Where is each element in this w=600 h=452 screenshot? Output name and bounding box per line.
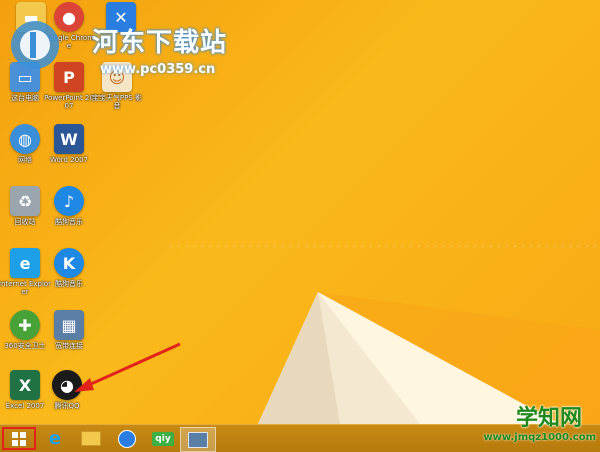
watermark-url: www.pc0359.cn bbox=[100, 62, 216, 77]
desktop-icon-label: 宝宝天气PPS 影音 bbox=[91, 94, 143, 110]
taskbar-file-explorer-button[interactable] bbox=[74, 427, 108, 450]
desktop-icon-kugou[interactable]: K 酷狗音乐 bbox=[42, 248, 96, 288]
broadband-icon: ▦ bbox=[54, 310, 84, 340]
ie-icon: e bbox=[48, 428, 62, 449]
watermark-top: 河东下载站 www.pc0359.cn bbox=[4, 4, 254, 78]
watermark-title: 河东下载站 bbox=[92, 28, 228, 58]
music-app-icon: ♪ bbox=[54, 186, 84, 216]
browser-icon bbox=[118, 429, 136, 448]
word-icon: W bbox=[54, 124, 84, 154]
watermark-bottom: 学知网 www.jmqz1000.com bbox=[476, 400, 596, 451]
taskbar-iqiyi-button[interactable]: qiy bbox=[146, 427, 180, 450]
desktop-icon-word[interactable]: W Word 2007 bbox=[42, 124, 96, 164]
desktop: ▬ Adm... ● Google Chrome ✕ ▭ 这台电脑 P Powe… bbox=[0, 0, 600, 424]
taskbar-browser-button[interactable] bbox=[110, 427, 144, 450]
desktop-icon-label: Word 2007 bbox=[49, 156, 89, 164]
iqiyi-icon: qiy bbox=[152, 431, 174, 446]
excel-icon: X bbox=[10, 370, 40, 400]
recycle-bin-icon: ♻ bbox=[10, 186, 40, 216]
watermark-bottom-url: www.jmqz1000.com bbox=[483, 432, 596, 443]
remote-desktop-icon bbox=[188, 431, 208, 448]
desktop-icon-label: PowerPoint 2007 bbox=[44, 94, 94, 110]
start-button[interactable] bbox=[2, 427, 36, 450]
ie-icon: e bbox=[10, 248, 40, 278]
desktop-icon-music-app[interactable]: ♪ 酷狗音乐 bbox=[42, 186, 96, 226]
site-logo-icon bbox=[11, 21, 59, 69]
file-explorer-icon bbox=[81, 431, 101, 446]
taskbar-ie-button[interactable]: e bbox=[38, 427, 72, 450]
kugou-icon: K bbox=[54, 248, 84, 278]
desktop-icon-label: 酷狗音乐 bbox=[55, 280, 83, 288]
windows-start-icon bbox=[12, 431, 26, 446]
desktop-icon-label: 酷狗音乐 bbox=[55, 218, 83, 226]
watermark-bottom-title: 学知网 bbox=[515, 406, 582, 431]
desktop-icon-label: 腾讯QQ bbox=[54, 402, 80, 410]
red-arrow-annotation bbox=[74, 342, 181, 392]
security-360-icon: ✚ bbox=[10, 310, 40, 340]
taskbar-remote-desktop-button[interactable] bbox=[180, 427, 216, 452]
network-icon: ◍ bbox=[10, 124, 40, 154]
